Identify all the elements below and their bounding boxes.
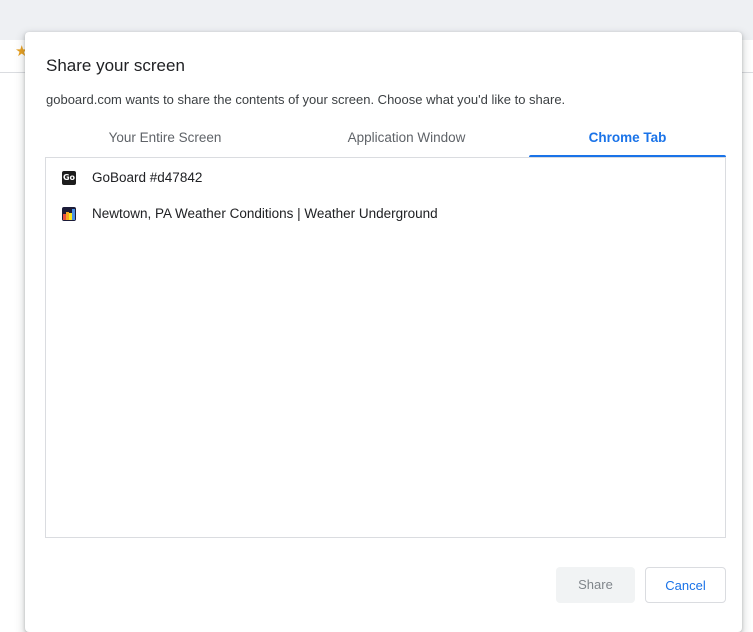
tab-chrome-tab[interactable]: Chrome Tab <box>529 120 726 156</box>
list-item-weather-underground[interactable]: Newtown, PA Weather Conditions | Weather… <box>46 196 725 232</box>
tab-application-window[interactable]: Application Window <box>284 120 529 156</box>
cancel-button[interactable]: Cancel <box>645 567 726 603</box>
list-item-label: Newtown, PA Weather Conditions | Weather… <box>92 206 438 221</box>
dialog-subtitle: goboard.com wants to share the contents … <box>46 92 566 107</box>
background-divider-right <box>742 72 753 73</box>
list-item-goboard[interactable]: Go GoBoard #d47842 <box>46 160 725 196</box>
dialog-title: Share your screen <box>46 56 185 75</box>
list-item-label: GoBoard #d47842 <box>92 170 203 185</box>
goboard-favicon-icon: Go <box>62 171 76 185</box>
background-divider <box>0 72 28 73</box>
share-source-tabs: Your Entire Screen Application Window Ch… <box>46 120 726 158</box>
tab-entire-screen[interactable]: Your Entire Screen <box>46 120 284 156</box>
weather-underground-favicon-icon <box>62 207 76 221</box>
chrome-tab-list: Go GoBoard #d47842 Newtown, PA Weather C… <box>45 157 726 538</box>
share-button[interactable]: Share <box>556 567 635 603</box>
share-screen-dialog: Share your screen goboard.com wants to s… <box>25 32 742 632</box>
